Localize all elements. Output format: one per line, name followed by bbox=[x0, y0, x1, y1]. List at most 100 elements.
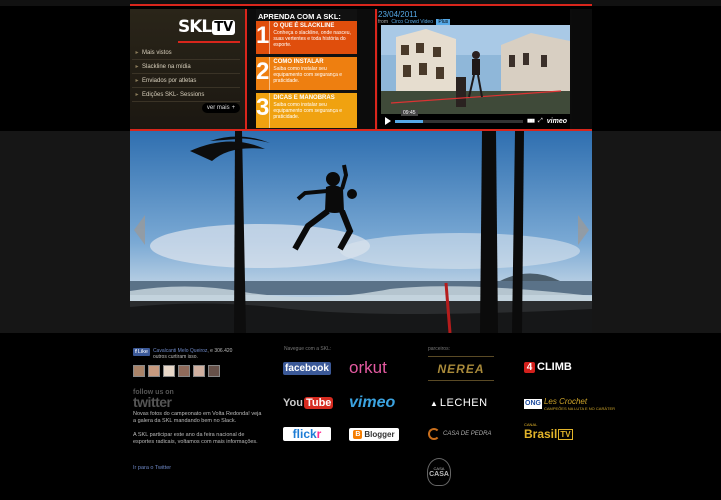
step-dicas-manobras[interactable]: 3 DICAS E MANOBRAS Saiba como instalar se… bbox=[256, 93, 357, 128]
youtube-link[interactable]: You Tube bbox=[283, 396, 334, 410]
youtube-tube: Tube bbox=[303, 397, 334, 409]
chevron-right-icon: ▸ bbox=[135, 92, 139, 98]
chevron-right-icon: ▸ bbox=[135, 50, 139, 56]
top-red-line bbox=[130, 4, 592, 6]
facebook-avatars bbox=[133, 365, 263, 377]
tv-label: TV bbox=[558, 428, 573, 440]
hero-next-arrow-icon[interactable] bbox=[578, 215, 589, 245]
step-title: COMO INSTALAR bbox=[273, 59, 324, 65]
ong-subtitle: CAMPEÕES NA LUTA E NO CARÁTER bbox=[543, 405, 616, 411]
tweet-text: Novas fotos do campeonato em Volta Redon… bbox=[133, 411, 262, 424]
menu-item-label: Enviados por atletas bbox=[142, 77, 197, 84]
video-progress-bar[interactable] bbox=[395, 119, 523, 123]
avatar[interactable] bbox=[133, 365, 145, 377]
avatar[interactable] bbox=[208, 365, 220, 377]
menu-item-label: Mais vistos bbox=[142, 49, 172, 56]
hero-prev-arrow-icon[interactable] bbox=[134, 215, 145, 245]
casa-de-pedra-logo[interactable]: CASA DE PEDRA bbox=[428, 427, 491, 441]
ver-mais-button[interactable]: ver mais + bbox=[202, 103, 240, 113]
mountain-icon: ▲ bbox=[430, 398, 438, 408]
casa-de-pedra-icon bbox=[428, 428, 440, 440]
ong-name: Les Crochet bbox=[543, 396, 588, 406]
flickr-r: r bbox=[316, 427, 322, 441]
facebook-icon: f bbox=[135, 349, 137, 355]
video-time: 09:45 bbox=[401, 110, 418, 116]
avatar[interactable] bbox=[193, 365, 205, 377]
facebook-like-box: f Like Cavalcanti Melo Queiroz, e 306.420… bbox=[133, 348, 263, 360]
video-thumbnail[interactable] bbox=[381, 25, 570, 114]
header-right-pad bbox=[572, 9, 592, 130]
menu-item-edicoes[interactable]: ▸ Edições SKL- Sessions bbox=[132, 88, 240, 102]
facebook-like-text: Cavalcanti Melo Queiroz, e 306.420 outro… bbox=[153, 348, 243, 360]
blogger-icon: B bbox=[353, 430, 363, 439]
blogger-label: Blogger bbox=[364, 430, 395, 439]
canal-label: CANAL bbox=[524, 422, 538, 427]
video-date: 23/04/2011 bbox=[378, 10, 418, 19]
brasil-label: Brasil bbox=[524, 427, 558, 441]
logo-underline bbox=[178, 41, 240, 43]
social-column: f Like Cavalcanti Melo Queiroz, e 306.420… bbox=[133, 348, 263, 471]
tweet-text: A SKL participar este ano da feira nacio… bbox=[133, 432, 258, 445]
menu-item-mais-vistos[interactable]: ▸ Mais vistos bbox=[132, 46, 240, 60]
4climb-logo[interactable]: 4 CLIMB bbox=[524, 360, 572, 374]
canal-brasil-tv-logo[interactable]: CANAL Brasil TV bbox=[524, 422, 573, 443]
volume-icon[interactable]: ▮▮▮▮ bbox=[527, 118, 535, 124]
divider bbox=[245, 9, 247, 130]
like-label: Like bbox=[137, 349, 148, 355]
flickr-link[interactable]: flick r bbox=[283, 427, 331, 441]
lechen-logo[interactable]: ▲ LECHEN bbox=[430, 396, 488, 410]
step-title: O QUE É SLACKLINE bbox=[273, 23, 335, 29]
twitter-link[interactable]: Ir para o Twitter bbox=[133, 465, 263, 471]
twitter-logo[interactable]: follow us on twitter bbox=[133, 389, 263, 409]
menu-item-enviados[interactable]: ▸ Enviados por atletas bbox=[132, 74, 240, 88]
step-o-que-e-slackline[interactable]: 1 O QUE É SLACKLINE Conheça o slackline, … bbox=[256, 21, 357, 54]
orkut-link[interactable]: orkut bbox=[349, 358, 387, 378]
step-como-instalar[interactable]: 2 COMO INSTALAR Saiba como instalar seu e… bbox=[256, 57, 357, 90]
vimeo-link[interactable]: vimeo bbox=[349, 394, 395, 412]
step-number: 1 bbox=[256, 21, 271, 54]
menu-item-label: Edições SKL- Sessions bbox=[142, 91, 205, 98]
climb-label: CLIMB bbox=[537, 361, 572, 373]
skltv-logo[interactable]: SKL TV bbox=[178, 17, 240, 43]
step-number: 3 bbox=[256, 93, 271, 128]
video-progress-fill bbox=[395, 119, 424, 123]
plus-icon: + bbox=[231, 105, 236, 111]
step-desc: Saiba como instalar seu equipamento com … bbox=[273, 102, 343, 120]
blogger-link[interactable]: B Blogger bbox=[349, 428, 399, 441]
avatar[interactable] bbox=[163, 365, 175, 377]
left-gutter bbox=[0, 6, 130, 132]
facebook-like-button[interactable]: f Like bbox=[133, 348, 150, 356]
avatar[interactable] bbox=[148, 365, 160, 377]
twitter-wordmark: twitter bbox=[133, 394, 172, 410]
avatar[interactable] bbox=[178, 365, 190, 377]
facebook-link[interactable]: facebook bbox=[283, 362, 331, 375]
youtube-you: You bbox=[283, 397, 303, 409]
hero-image bbox=[130, 131, 592, 333]
divider bbox=[375, 9, 377, 130]
parceiros-title: parceiros: bbox=[428, 346, 450, 352]
menu-item-slackline-midia[interactable]: ▸ Slackline na mídia bbox=[132, 60, 240, 74]
step-desc: Conheça o slackline, onde nasceu, suas v… bbox=[273, 30, 351, 48]
nerea-logo[interactable]: NEREA bbox=[428, 356, 494, 381]
ong-badge: ONG bbox=[524, 399, 542, 409]
ong-les-crochet-logo[interactable]: ONG Les Crochet CAMPEÕES NA LUTA E NO CAR… bbox=[524, 393, 615, 415]
step-number: 2 bbox=[256, 57, 271, 90]
chevron-right-icon: ▸ bbox=[135, 64, 139, 70]
vimeo-logo[interactable]: vimeo bbox=[547, 118, 567, 125]
skltv-menu: ▸ Mais vistos ▸ Slackline na mídia ▸ Enviad… bbox=[132, 46, 240, 102]
step-title: DICAS E MANOBRAS bbox=[273, 95, 335, 101]
step-desc: Saiba como instalar seu equipamento com … bbox=[273, 66, 343, 84]
navegue-title: Navegue com a SKL: bbox=[284, 346, 332, 352]
aprenda-title: APRENDA COM A SKL: bbox=[258, 12, 341, 21]
ver-mais-label: ver mais bbox=[206, 105, 230, 111]
lechen-label: LECHEN bbox=[439, 397, 488, 409]
fullscreen-icon[interactable]: ⤢ bbox=[538, 118, 543, 125]
play-icon[interactable] bbox=[385, 117, 391, 125]
casa-badge-mid: CASA bbox=[429, 471, 449, 478]
climb-mark: 4 bbox=[524, 361, 535, 373]
flickr-fl: flick bbox=[292, 427, 317, 441]
video-controls: 09:45 ▮▮▮▮ ⤢ vimeo bbox=[381, 110, 570, 126]
casa-badge-logo[interactable]: CASA CASA bbox=[427, 458, 451, 486]
chevron-right-icon: ▸ bbox=[135, 78, 139, 84]
casa-de-pedra-label: CASA DE PEDRA bbox=[443, 431, 492, 437]
